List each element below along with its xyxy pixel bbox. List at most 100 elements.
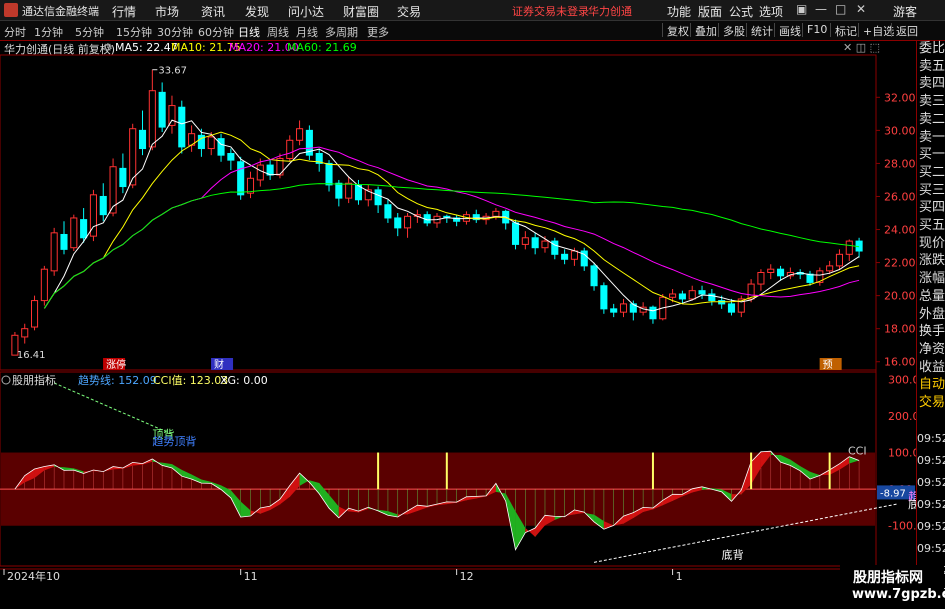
indicator-annotation: CCI xyxy=(848,444,867,457)
candle-body xyxy=(845,240,853,255)
candle-body xyxy=(158,91,166,128)
candle-body xyxy=(649,306,657,320)
candle-body xyxy=(178,106,186,148)
kline-chart[interactable]: 32.00 30.00 28.00 26.00 24.00 22.00 20.00 18.00… xyxy=(0,0,945,609)
quote-label: 卖四 xyxy=(919,76,945,92)
event-tag-label: 财 xyxy=(214,358,224,371)
candle-body xyxy=(757,271,765,285)
candle-body xyxy=(688,290,696,300)
candle-body xyxy=(286,139,294,159)
candle-body xyxy=(669,293,677,298)
quote-label: 买一 xyxy=(919,147,945,163)
quote-label: 卖五 xyxy=(919,58,945,74)
quote-label: 涨跌 xyxy=(919,253,945,269)
candle-body xyxy=(590,265,598,287)
indicator-legend-name: 股朋指标 xyxy=(12,373,56,387)
ma60-line xyxy=(43,183,860,309)
ma20-line xyxy=(43,146,860,309)
candle-body xyxy=(345,182,353,199)
top-divergence-line xyxy=(53,382,173,435)
trade-time: 09:52 xyxy=(917,498,945,511)
candle-body xyxy=(806,273,814,283)
candle-body xyxy=(40,268,48,302)
candle-body xyxy=(492,210,500,217)
candle-body xyxy=(335,182,343,199)
candle-body xyxy=(21,328,29,338)
candle-body xyxy=(600,285,608,310)
candle-body xyxy=(610,308,618,313)
candle-body xyxy=(727,303,736,313)
candle-body xyxy=(325,162,333,186)
quote-label: 换手 xyxy=(919,324,945,340)
candles xyxy=(11,69,863,356)
candle-body xyxy=(551,240,559,255)
date-label: 1 xyxy=(676,570,683,583)
candle-body xyxy=(619,303,628,313)
low-price-label: 16.41 xyxy=(17,350,46,361)
price-axis-label: 18.00 xyxy=(884,323,916,336)
indicator-annotation: 底背 xyxy=(722,548,744,562)
date-label: 2024年10 xyxy=(7,569,60,583)
trade-time: 09:52 xyxy=(917,542,945,555)
trade-time: 09:52 xyxy=(917,476,945,489)
quote-label: 买三 xyxy=(919,182,945,198)
indicator-toggle-icon xyxy=(1,375,11,385)
indicator-axis-label: 100.0 xyxy=(888,447,920,460)
high-price-label: 33.67 xyxy=(158,66,187,77)
candle-body xyxy=(119,167,127,188)
quote-label: 总量 xyxy=(919,288,945,304)
quote-label: 卖三 xyxy=(919,94,945,110)
candle-body xyxy=(541,240,549,249)
price-axis-label: 28.00 xyxy=(884,157,916,170)
quote-label: 卖二 xyxy=(919,111,945,127)
candle-body xyxy=(777,268,785,277)
candle-body xyxy=(256,164,264,181)
ma-lines xyxy=(43,119,860,312)
indicator-legend-cci: CCI值: 123.03 xyxy=(153,374,228,387)
candle-body xyxy=(561,253,569,260)
price-axis-label: 26.00 xyxy=(884,190,916,203)
candle-body xyxy=(296,128,304,141)
quote-label: 现价 xyxy=(919,235,945,251)
candle-body xyxy=(521,237,529,245)
quote-label: 买二 xyxy=(919,164,945,180)
price-axis-label: 22.00 xyxy=(884,257,916,270)
candle-body xyxy=(835,253,844,267)
quote-label: 外盘 xyxy=(919,306,945,322)
ma10-line xyxy=(43,131,860,309)
candle-body xyxy=(80,219,88,239)
indicator-legend-trend: 趋势线: 152.09 xyxy=(78,373,157,387)
indicator-panel: 300.0200.0100.00.00-100.0-8.97顶背趋势顶背趋势底背… xyxy=(0,373,945,583)
candle-body xyxy=(767,268,775,273)
event-tag-label: 涨停 xyxy=(106,358,126,371)
indicator-legend-xg: XG: 0.00 xyxy=(220,374,268,387)
candle-body xyxy=(148,90,156,148)
quote-label: 买五 xyxy=(919,218,945,233)
quote-label: 交易 xyxy=(919,395,945,410)
trade-time: 09:52 xyxy=(917,520,945,533)
candle-body xyxy=(511,222,520,245)
watermark: 股朋指标网 www.7gpzb.com xyxy=(840,565,945,609)
quote-label: 卖一 xyxy=(919,129,945,145)
trade-time: 09:52 xyxy=(917,454,945,467)
candle-body xyxy=(168,105,176,126)
quote-label: 收益 xyxy=(919,359,945,375)
indicator-annotation: 趋势顶背 xyxy=(152,434,196,448)
price-axis-label: 16.00 xyxy=(884,356,916,369)
candle-body xyxy=(826,265,834,272)
price-axis-label: 24.00 xyxy=(884,224,916,237)
price-axis-label: 32.00 xyxy=(884,91,916,104)
quote-label: 买四 xyxy=(919,200,945,216)
ma5-line xyxy=(43,119,860,312)
candle-body xyxy=(374,189,382,206)
event-tag-label: 预 xyxy=(823,359,833,371)
quote-label: 委比 xyxy=(919,41,945,56)
candle-body xyxy=(718,300,726,305)
candle-body xyxy=(531,237,539,249)
candle-body xyxy=(237,161,245,196)
candle-body xyxy=(394,217,402,229)
candle-body xyxy=(60,233,68,250)
quote-panel: 委比 卖五 卖四 卖三 卖二 卖一 买一 买二 买三 买四 买五 现价 涨跌 涨幅 总量 外盘 换手 净资 收益 自动… xyxy=(916,41,945,609)
candle-body xyxy=(99,195,107,216)
candle-body xyxy=(698,290,706,295)
